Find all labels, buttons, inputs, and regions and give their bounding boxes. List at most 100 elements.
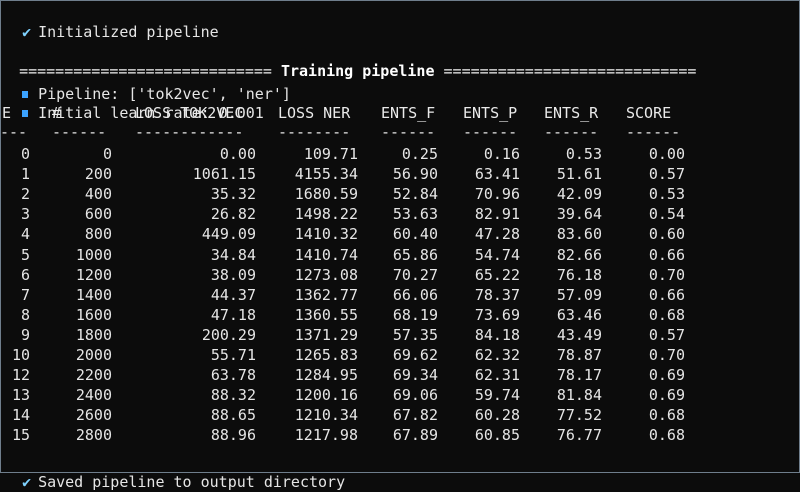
table-cell-loss-ner: 1284.95 [294, 366, 358, 384]
table-cell-ents-p: 47.28 [474, 225, 520, 243]
column-divider: ------ [544, 123, 599, 141]
table-cell-ents-f: 65.86 [392, 246, 438, 264]
column-header-ents-f: ENTS_F [381, 104, 436, 122]
column-header-epoch: E [2, 104, 12, 122]
table-cell-epoch: 8 [20, 306, 30, 324]
table-cell-loss-ner: 1410.32 [294, 225, 358, 243]
table-cell-step: 2800 [75, 426, 112, 444]
table-cell-epoch: 15 [11, 426, 30, 444]
table-cell-ents-f: 66.06 [392, 286, 438, 304]
table-cell-ents-r: 42.09 [556, 185, 602, 203]
table-cell-ents-f: 56.90 [392, 165, 438, 183]
table-cell-ents-r: 83.60 [556, 225, 602, 243]
table-cell-loss-tok2vec: 88.65 [210, 406, 256, 424]
table-cell-ents-p: 54.74 [474, 246, 520, 264]
table-cell-loss-tok2vec: 47.18 [210, 306, 256, 324]
table-cell-score: 0.68 [648, 306, 685, 324]
table-cell-ents-f: 0.25 [401, 145, 438, 163]
table-cell-ents-p: 65.22 [474, 266, 520, 284]
table-cell-epoch: 0 [20, 145, 30, 163]
pipeline-line: Pipeline: ['tok2vec', 'ner'] [4, 64, 291, 103]
table-cell-ents-r: 43.49 [556, 326, 602, 344]
table-cell-epoch: 14 [11, 406, 30, 424]
table-cell-ents-f: 57.35 [392, 326, 438, 344]
table-cell-epoch: 5 [20, 246, 30, 264]
table-cell-ents-r: 0.53 [565, 145, 602, 163]
table-cell-ents-r: 57.09 [556, 286, 602, 304]
table-cell-epoch: 9 [20, 326, 30, 344]
table-cell-score: 0.57 [648, 165, 685, 183]
table-cell-ents-f: 70.27 [392, 266, 438, 284]
table-cell-ents-r: 76.77 [556, 426, 602, 444]
table-cell-loss-ner: 1680.59 [294, 185, 358, 203]
table-cell-epoch: 2 [20, 185, 30, 203]
table-cell-step: 800 [84, 225, 112, 243]
column-header-loss-tok2vec: LOSS TOK2VEC [135, 104, 244, 122]
table-cell-loss-ner: 1360.55 [294, 306, 358, 324]
table-cell-step: 2600 [75, 406, 112, 424]
table-cell-score: 0.53 [648, 185, 685, 203]
table-cell-ents-p: 70.96 [474, 185, 520, 203]
table-cell-step: 1800 [75, 326, 112, 344]
table-cell-loss-ner: 1371.29 [294, 326, 358, 344]
table-cell-score: 0.69 [648, 366, 685, 384]
column-divider: --- [0, 123, 28, 141]
table-cell-step: 600 [84, 205, 112, 223]
table-cell-loss-ner: 1210.34 [294, 406, 358, 424]
table-cell-ents-p: 73.69 [474, 306, 520, 324]
table-cell-score: 0.68 [648, 426, 685, 444]
table-cell-score: 0.00 [648, 145, 685, 163]
table-cell-epoch: 10 [11, 346, 30, 364]
table-cell-ents-r: 76.18 [556, 266, 602, 284]
table-cell-ents-f: 52.84 [392, 185, 438, 203]
table-cell-score: 0.54 [648, 205, 685, 223]
table-cell-ents-f: 68.19 [392, 306, 438, 324]
table-cell-epoch: 3 [20, 205, 30, 223]
table-cell-ents-r: 82.66 [556, 246, 602, 264]
table-cell-ents-p: 62.32 [474, 346, 520, 364]
table-cell-loss-ner: 1200.16 [294, 386, 358, 404]
table-cell-loss-tok2vec: 26.82 [210, 205, 256, 223]
saved-line: ✔ Saved pipeline to output directory [4, 452, 345, 491]
table-cell-step: 1600 [75, 306, 112, 324]
table-cell-loss-tok2vec: 449.09 [201, 225, 256, 243]
learn-rate-line: Initial learn rate: 0.001 [4, 83, 264, 122]
table-cell-loss-ner: 1273.08 [294, 266, 358, 284]
column-header-loss-ner: LOSS NER [278, 104, 351, 122]
table-cell-step: 400 [84, 185, 112, 203]
table-cell-loss-tok2vec: 55.71 [210, 346, 256, 364]
table-cell-score: 0.69 [648, 386, 685, 404]
table-cell-epoch: 1 [20, 165, 30, 183]
table-cell-ents-r: 81.84 [556, 386, 602, 404]
init-line: ✔ Initialized pipeline [4, 2, 219, 41]
table-cell-ents-r: 63.46 [556, 306, 602, 324]
table-cell-ents-r: 39.64 [556, 205, 602, 223]
table-cell-loss-ner: 1498.22 [294, 205, 358, 223]
table-cell-loss-tok2vec: 200.29 [201, 326, 256, 344]
table-cell-step: 1200 [75, 266, 112, 284]
table-cell-ents-p: 84.18 [474, 326, 520, 344]
table-cell-loss-ner: 1362.77 [294, 286, 358, 304]
table-cell-loss-tok2vec: 34.84 [210, 246, 256, 264]
table-cell-ents-f: 67.82 [392, 406, 438, 424]
table-cell-ents-p: 0.16 [483, 145, 520, 163]
table-cell-step: 1000 [75, 246, 112, 264]
table-cell-loss-tok2vec: 88.32 [210, 386, 256, 404]
table-cell-score: 0.70 [648, 346, 685, 364]
terminal-window: { "terminal": { "init_icon": "checkmark-… [0, 0, 800, 491]
table-cell-ents-p: 63.41 [474, 165, 520, 183]
column-header-score: SCORE [626, 104, 672, 122]
table-cell-ents-r: 51.61 [556, 165, 602, 183]
table-cell-score: 0.66 [648, 246, 685, 264]
table-cell-score: 0.57 [648, 326, 685, 344]
table-cell-epoch: 12 [11, 366, 30, 384]
table-cell-ents-p: 78.37 [474, 286, 520, 304]
table-cell-score: 0.68 [648, 406, 685, 424]
column-divider: ------ [381, 123, 436, 141]
table-cell-loss-ner: 1410.74 [294, 246, 358, 264]
table-cell-score: 0.66 [648, 286, 685, 304]
table-cell-ents-f: 67.89 [392, 426, 438, 444]
checkmark-icon: ✔ [22, 23, 32, 41]
column-header-step: # [52, 104, 62, 122]
table-cell-epoch: 4 [20, 225, 30, 243]
